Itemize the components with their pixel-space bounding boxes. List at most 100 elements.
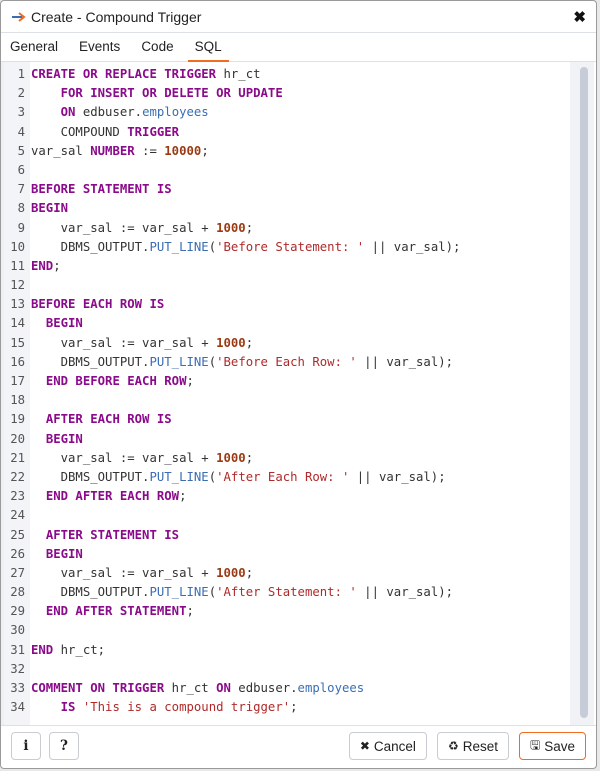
line-number: 27: [10, 565, 25, 580]
line-number: 7: [17, 182, 25, 197]
code-line: 4 COMPOUND TRIGGER: [1, 123, 566, 142]
code-line: 16 DBMS_OUTPUT.PUT_LINE('Before Each Row…: [1, 353, 566, 372]
tab-sql[interactable]: SQL: [187, 33, 229, 62]
code-line: 33 COMMENT ON TRIGGER hr_ct ON edbuser.em…: [1, 679, 566, 698]
info-icon: i: [23, 738, 29, 754]
tab-events[interactable]: Events: [72, 33, 127, 61]
code-token: 10000: [164, 143, 202, 158]
code-token: || var_sal);: [356, 354, 454, 369]
code-token: var_sal := var_sal +: [31, 335, 217, 350]
code-line: 27 var_sal := var_sal + 1000;: [1, 564, 566, 583]
line-number: 21: [10, 450, 25, 465]
code-token: edbuser.: [230, 681, 298, 695]
close-icon[interactable]: ✖: [573, 8, 586, 26]
code-token: 'This is a compound trigger': [82, 700, 291, 715]
cancel-button[interactable]: ✖ Cancel: [348, 732, 427, 760]
help-button[interactable]: ?: [49, 732, 79, 760]
tab-general[interactable]: General: [3, 33, 65, 61]
code-text: BEFORE STATEMENT IS: [31, 180, 172, 199]
code-token: BEGIN: [45, 546, 83, 561]
code-token: COMMENT ON TRIGGER: [31, 681, 165, 695]
code-token: employees: [142, 105, 209, 120]
code-text: END BEFORE EACH ROW;: [31, 372, 194, 391]
code-line: 23 END AFTER EACH ROW;: [1, 487, 566, 506]
save-button[interactable]: 🖫 Save: [518, 732, 586, 760]
line-number: 33: [10, 681, 25, 695]
vertical-scrollbar[interactable]: [570, 62, 594, 725]
code-token: END: [31, 258, 54, 273]
close-icon: ✖: [359, 739, 370, 753]
code-text: var_sal NUMBER := 10000;: [31, 142, 209, 161]
code-token: BEGIN: [45, 316, 83, 331]
reset-button[interactable]: ♻ Reset: [436, 732, 509, 760]
code-token: FOR INSERT OR DELETE OR UPDATE: [60, 86, 283, 101]
line-number: 25: [10, 527, 25, 542]
line-number: 24: [10, 508, 25, 523]
cancel-label: Cancel: [373, 738, 416, 754]
code-token: 1000: [216, 565, 246, 580]
tab-code[interactable]: Code: [134, 33, 180, 61]
code-line: 5 var_sal NUMBER := 10000;: [1, 142, 566, 161]
code-text: END;: [31, 257, 61, 276]
code-token: PUT_LINE: [149, 239, 209, 254]
code-token: ;: [245, 565, 254, 580]
code-line: 22 DBMS_OUTPUT.PUT_LINE('After Each Row:…: [1, 468, 566, 487]
code-token: DBMS_OUTPUT.: [31, 585, 150, 600]
code-text: END AFTER STATEMENT;: [31, 602, 194, 621]
code-text: END hr_ct;: [31, 641, 105, 660]
info-button[interactable]: i: [11, 732, 41, 760]
line-number: 9: [17, 220, 25, 235]
line-number: 8: [17, 201, 25, 216]
code-token: BEFORE EACH ROW IS: [31, 297, 165, 312]
code-line: 14 BEGIN: [1, 314, 566, 333]
code-text: BEGIN: [31, 199, 68, 218]
code-token: TRIGGER: [127, 124, 180, 139]
code-token: || var_sal);: [349, 469, 446, 484]
code-line: 20 BEGIN: [1, 430, 566, 449]
code-token: AFTER STATEMENT IS: [45, 527, 180, 542]
code-token: BEFORE STATEMENT IS: [31, 182, 172, 197]
code-token: ;: [186, 604, 194, 619]
line-number: 12: [10, 278, 25, 293]
code-token: 'Before Each Row: ': [216, 354, 357, 369]
code-token: DBMS_OUTPUT.: [31, 239, 150, 254]
code-token: DBMS_OUTPUT.: [31, 469, 150, 484]
code-line: 3 ON edbuser.employees: [1, 103, 566, 122]
code-token: (: [208, 469, 217, 484]
code-text: CREATE OR REPLACE TRIGGER hr_ct: [31, 65, 261, 84]
code-token: (: [208, 239, 217, 254]
code-text: ON edbuser.employees: [31, 103, 209, 122]
code-token: PUT_LINE: [149, 585, 209, 600]
code-token: ;: [290, 700, 298, 715]
code-token: END AFTER STATEMENT: [45, 604, 187, 619]
code-line: 17 END BEFORE EACH ROW;: [1, 372, 566, 391]
sql-editor[interactable]: 1 CREATE OR REPLACE TRIGGER hr_ct 2 FOR IN…: [1, 62, 596, 726]
code-token: BEGIN: [45, 431, 83, 446]
dialog-footer: i ? ✖ Cancel ♻ Reset 🖫 Save: [1, 724, 596, 768]
code-text: AFTER EACH ROW IS: [31, 410, 172, 429]
code-text: var_sal := var_sal + 1000;: [31, 449, 254, 468]
line-number: 32: [10, 661, 25, 676]
scrollbar-thumb[interactable]: [580, 67, 588, 718]
reset-label: Reset: [462, 738, 498, 754]
code-text: DBMS_OUTPUT.PUT_LINE('After Each Row: ' …: [31, 468, 446, 487]
code-text: COMMENT ON TRIGGER hr_ct ON edbuser.empl…: [31, 679, 364, 698]
tab-bar: General Events Code SQL: [1, 33, 596, 62]
line-number: 18: [10, 393, 25, 408]
dialog-titlebar[interactable]: Create - Compound Trigger ✖: [1, 1, 596, 33]
help-icon: ?: [60, 738, 68, 754]
code-token: ;: [245, 335, 254, 350]
code-token: ON: [216, 681, 231, 695]
line-number: 22: [10, 469, 25, 484]
recycle-icon: ♻: [447, 739, 459, 753]
code-token: 'Before Statement: ': [216, 239, 365, 254]
code-line: 19 AFTER EACH ROW IS: [1, 410, 566, 429]
code-line: 29 END AFTER STATEMENT;: [1, 602, 566, 621]
code-text: DBMS_OUTPUT.PUT_LINE('After Statement: '…: [31, 583, 453, 602]
code-token: BEGIN: [31, 201, 69, 216]
